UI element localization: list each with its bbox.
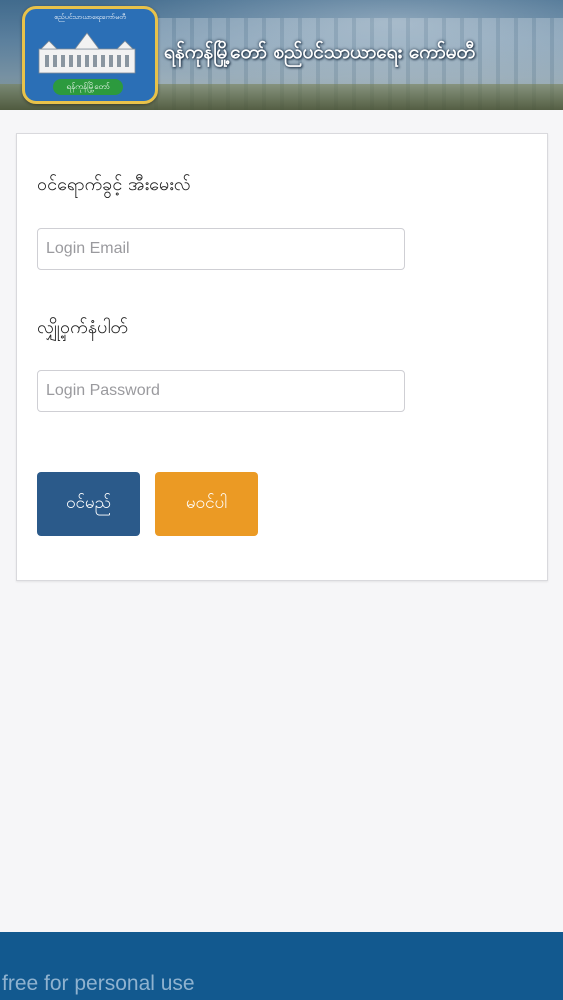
app-header: စည်ပင်သာယာရေးကော်မတီ ရန်ကုန်မြို့တော် ရန… [0,0,563,110]
logo-top-text: စည်ပင်သာယာရေးကော်မတီ [54,13,126,21]
logo-band-text: ရန်ကုန်မြို့တော် [53,79,123,95]
login-form-card: ဝင်ရောက်ခွင့် အီးမေးလ် လျှို့ဝှက်နံပါတ် … [16,133,548,581]
footer-bar: free for personal use [0,932,563,1000]
city-hall-icon [38,32,136,74]
email-label: ဝင်ရောက်ခွင့် အီးမေးလ် [37,174,191,195]
cancel-button[interactable]: မဝင်ပါ [155,472,258,536]
email-input[interactable] [37,228,405,270]
password-input[interactable] [37,370,405,412]
login-button[interactable]: ဝင်မည် [37,472,140,536]
footer-watermark-text: free for personal use [2,972,195,995]
password-label: လျှို့ဝှက်နံပါတ် [37,317,128,338]
header-title: ရန်ကုန်မြို့တော် စည်ပင်သာယာရေး ကော်မတီ [164,41,475,63]
ycdc-logo: စည်ပင်သာယာရေးကော်မတီ ရန်ကုန်မြို့တော် [22,6,158,104]
